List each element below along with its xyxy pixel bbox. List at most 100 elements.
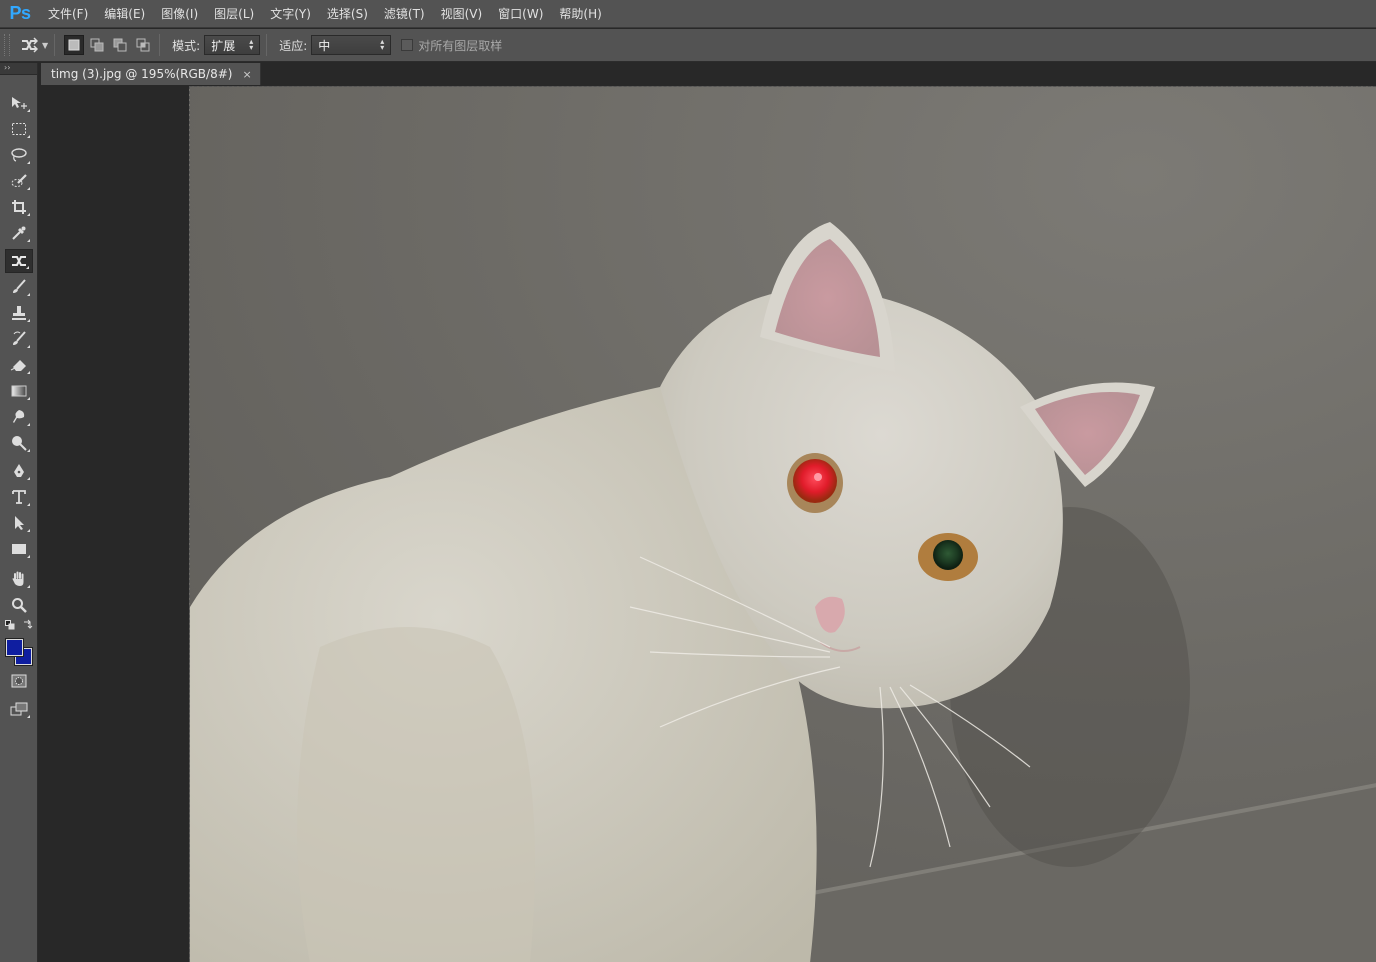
document-tab[interactable]: timg (3).jpg @ 195%(RGB/8#) × [41,63,261,85]
menu-filter[interactable]: 滤镜(T) [376,0,433,28]
submenu-indicator [27,293,30,296]
quick-selection-icon [11,174,27,187]
history-brush-icon [13,331,26,345]
swap-colors-icon[interactable] [23,619,33,629]
foreground-color-swatch[interactable] [5,638,24,657]
document-canvas[interactable] [189,86,1376,962]
adapt-value: 中 [318,38,331,53]
brush-tool[interactable] [5,275,33,299]
new-selection-icon [68,39,80,51]
eraser-icon [10,360,26,371]
dodge-tool[interactable] [5,431,33,455]
dropdown-arrows-icon: ▴ ▾ [249,37,254,52]
options-bar: ▼ 模式: 扩展 ▴ ▾ 适应: 中 ▴ ▾ 对所有图层取样 [0,29,1376,62]
divider [54,34,56,56]
menu-file[interactable]: 文件(F) [40,0,96,28]
gradient-tool[interactable] [5,379,33,403]
screen-mode-button[interactable] [5,697,33,721]
submenu-indicator [26,266,29,269]
close-icon[interactable]: × [242,68,251,81]
menu-image[interactable]: 图像(I) [153,0,206,28]
pen-icon [14,464,24,477]
photoshop-logo: Ps [9,3,31,23]
menu-edit[interactable]: 编辑(E) [96,0,153,28]
quick-mask-button[interactable] [5,669,33,693]
path-selection-tool[interactable] [5,511,33,535]
add-selection-icon [90,38,104,52]
adapt-dropdown[interactable]: 中 ▴ ▾ [311,35,392,55]
history-brush-tool[interactable] [5,327,33,351]
document-tab-bar: timg (3).jpg @ 195%(RGB/8#) × [39,63,1376,85]
submenu-indicator [27,503,30,506]
clone-stamp-tool[interactable] [5,301,33,325]
color-controls [4,619,34,631]
type-tool[interactable] [5,485,33,509]
menu-window[interactable]: 窗口(W) [490,0,551,28]
options-bar-grip[interactable] [4,34,10,56]
path-selection-icon [15,516,24,530]
quick-mask-icon [11,674,27,688]
stamp-icon [12,306,26,320]
menu-view[interactable]: 视图(V) [433,0,491,28]
crop-tool[interactable] [5,195,33,219]
submenu-indicator [27,449,30,452]
move-icon [12,97,27,109]
mode-value: 扩展 [211,38,236,53]
content-aware-move-tool[interactable] [5,249,33,273]
smudge-icon [13,410,25,423]
type-icon [12,490,26,504]
lasso-tool[interactable] [5,143,33,167]
crop-icon [12,200,26,214]
hand-tool[interactable] [5,567,33,591]
submenu-indicator [27,397,30,400]
rectangular-marquee-icon [12,123,26,135]
menu-type[interactable]: 文字(Y) [262,0,319,28]
quick-selection-tool[interactable] [5,169,33,193]
adapt-label: 适应: [279,38,308,53]
submenu-indicator [27,161,30,164]
tool-preset-picker[interactable]: ▼ [20,37,48,53]
blur-tool[interactable] [5,405,33,429]
divider [266,34,268,56]
eyedropper-tool[interactable] [5,221,33,245]
intersect-selection-button[interactable] [133,35,153,55]
move-tool[interactable] [5,91,33,115]
menu-select[interactable]: 选择(S) [319,0,376,28]
submenu-indicator [27,319,30,322]
submenu-indicator [27,187,30,190]
zoom-icon [12,598,27,613]
gradient-icon [11,385,27,397]
eraser-tool[interactable] [5,353,33,377]
sample-all-layers-checkbox[interactable] [401,39,414,51]
menu-help[interactable]: 帮助(H) [551,0,609,28]
shape-tool[interactable] [5,537,33,561]
pen-tool[interactable] [5,459,33,483]
add-to-selection-button[interactable] [87,35,107,55]
submenu-indicator [27,135,30,138]
submenu-indicator [27,213,30,216]
mode-dropdown[interactable]: 扩展 ▴ ▾ [204,35,261,55]
chevron-down-icon: ▼ [42,40,49,50]
mode-label: 模式: [172,38,201,53]
subtract-selection-icon [113,38,127,52]
menu-bar: Ps 文件(F) 编辑(E) 图像(I) 图层(L) 文字(Y) 选择(S) 滤… [0,0,1376,28]
submenu-indicator [27,371,30,374]
toolbox-collapse-button[interactable]: ›› [0,63,37,75]
screen-mode-icon [10,702,28,716]
zoom-tool[interactable] [5,593,33,617]
toolbox: ›› [0,63,38,962]
cat-photo [190,87,1376,962]
menu-layer[interactable]: 图层(L) [206,0,262,28]
default-colors-icon[interactable] [5,620,15,630]
rectangle-icon [12,544,26,554]
new-selection-button[interactable] [64,35,85,55]
subtract-from-selection-button[interactable] [110,35,130,55]
submenu-indicator [27,477,30,480]
submenu-indicator [27,423,30,426]
marquee-tool[interactable] [5,117,33,141]
submenu-indicator [27,345,30,348]
divider [159,34,161,56]
submenu-indicator [27,239,30,242]
dropdown-arrows-icon: ▴ ▾ [380,37,385,52]
sample-all-layers-label: 对所有图层取样 [418,38,503,53]
